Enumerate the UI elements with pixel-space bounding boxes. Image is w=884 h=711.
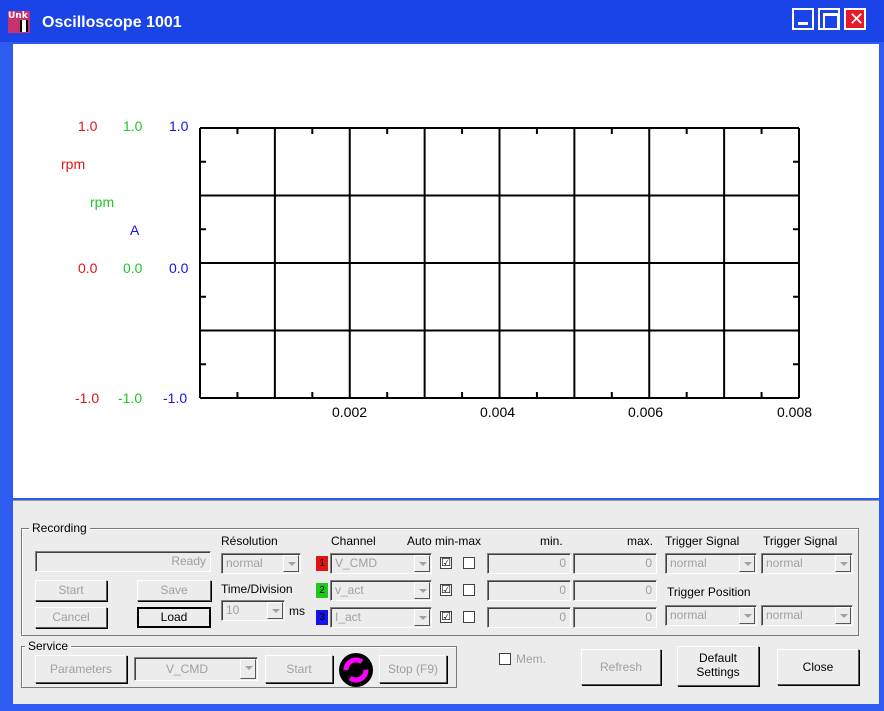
- min-label: min.: [540, 534, 563, 548]
- start-button[interactable]: Start: [35, 580, 107, 601]
- trigger-signal-label: Trigger Signal: [665, 534, 740, 548]
- oscilloscope-chart: [199, 127, 800, 399]
- channel-select[interactable]: V_CMD: [330, 553, 432, 574]
- auto-min-max-label: Auto min-max: [407, 534, 482, 548]
- min-field[interactable]: 0: [487, 607, 571, 628]
- chevron-down-icon: [240, 659, 256, 679]
- time-division-unit: ms: [289, 604, 305, 618]
- stop-button[interactable]: Stop (F9): [379, 655, 447, 683]
- max-field[interactable]: 0: [573, 553, 657, 574]
- channel-select[interactable]: I_act: [330, 607, 432, 628]
- busy-indicator-icon: [338, 652, 374, 688]
- green-axis-top: 1.0: [123, 118, 143, 134]
- x-tick-label: 0.002: [332, 404, 368, 420]
- green-axis-mid: 0.0: [123, 260, 143, 276]
- chevron-down-icon: [414, 555, 430, 572]
- max-field[interactable]: 0: [573, 580, 657, 601]
- title-bar: Unk Oscilloscope 1001 ✕: [0, 0, 884, 42]
- x-tick-label: 0.008: [777, 404, 813, 420]
- max-label: max.: [627, 534, 654, 548]
- red-axis-top: 1.0: [78, 118, 98, 134]
- auto-min-max-checkbox[interactable]: ☑: [440, 584, 452, 596]
- app-icon: Unk: [8, 11, 30, 33]
- resolution-label: Résolution: [221, 534, 278, 548]
- blue-axis-mid: 0.0: [169, 260, 189, 276]
- refresh-button[interactable]: Refresh: [581, 649, 661, 685]
- close-icon: ✕: [849, 9, 865, 30]
- trigger-position-select[interactable]: normal: [761, 605, 853, 626]
- auto-min-max-checkbox[interactable]: ☑: [440, 611, 452, 623]
- blue-axis-unit: A: [130, 222, 140, 238]
- resolution-select[interactable]: normal: [221, 553, 301, 574]
- channel-label: Channel: [331, 534, 376, 548]
- channel-color-swatch: 3: [316, 610, 328, 625]
- auto-min-max-checkbox[interactable]: ☑: [440, 557, 452, 569]
- red-axis-unit: rpm: [61, 156, 86, 172]
- chevron-down-icon: [739, 555, 755, 572]
- chevron-down-icon: [283, 555, 299, 572]
- chevron-down-icon: [267, 602, 283, 619]
- chevron-down-icon: [414, 609, 430, 626]
- service-group-title: Service: [25, 639, 72, 653]
- red-axis-mid: 0.0: [78, 260, 98, 276]
- red-axis-bottom: -1.0: [75, 390, 100, 406]
- trigger-position-label: Trigger Position: [667, 585, 751, 599]
- plot-area: 1.0 1.0 1.0 rpm rpm A 0.0 0.0 0.0 -1.0 -…: [13, 44, 879, 498]
- recording-group-title: Recording: [29, 521, 90, 535]
- window-title: Oscilloscope 1001: [42, 14, 182, 31]
- mem-checkbox[interactable]: [499, 653, 511, 665]
- x-tick-label: 0.004: [480, 404, 516, 420]
- channel-option-checkbox[interactable]: [463, 557, 475, 569]
- minimize-button[interactable]: [792, 8, 814, 30]
- status-field: Ready: [35, 551, 211, 572]
- trigger-signal-select[interactable]: normal: [665, 553, 757, 574]
- chevron-down-icon: [835, 607, 851, 624]
- channel-select[interactable]: v_act: [330, 580, 432, 601]
- save-button[interactable]: Save: [137, 580, 211, 601]
- default-settings-button[interactable]: Default Settings: [677, 646, 759, 686]
- load-button[interactable]: Load: [137, 607, 211, 628]
- chevron-down-icon: [414, 582, 430, 599]
- green-axis-bottom: -1.0: [118, 390, 143, 406]
- chevron-down-icon: [835, 555, 851, 572]
- min-field[interactable]: 0: [487, 553, 571, 574]
- green-axis-unit: rpm: [90, 194, 115, 210]
- time-division-label: Time/Division: [221, 582, 293, 596]
- trigger-position-select[interactable]: normal: [665, 605, 757, 626]
- blue-axis-bottom: -1.0: [163, 390, 188, 406]
- trigger-signal-label: Trigger Signal: [763, 534, 838, 548]
- channel-color-swatch: 2: [316, 583, 328, 598]
- parameters-button[interactable]: Parameters: [35, 655, 127, 683]
- oscilloscope-window: Unk Oscilloscope 1001 ✕ 1.0 1.0 1.0 rpm …: [0, 0, 884, 711]
- maximize-button[interactable]: [818, 8, 840, 30]
- chevron-down-icon: [739, 607, 755, 624]
- channel-option-checkbox[interactable]: [463, 584, 475, 596]
- close-window-button[interactable]: ✕: [844, 8, 866, 30]
- trigger-signal-select[interactable]: normal: [761, 553, 853, 574]
- channel-option-checkbox[interactable]: [463, 611, 475, 623]
- cancel-button[interactable]: Cancel: [35, 607, 107, 628]
- channel-color-swatch: 1: [316, 556, 328, 571]
- control-panel: Recording Ready Start Save Cancel Load R…: [13, 500, 879, 704]
- max-field[interactable]: 0: [573, 607, 657, 628]
- close-button[interactable]: Close: [777, 649, 859, 685]
- time-division-select[interactable]: 10: [221, 600, 285, 621]
- min-field[interactable]: 0: [487, 580, 571, 601]
- blue-axis-top: 1.0: [169, 118, 189, 134]
- service-start-button[interactable]: Start: [265, 655, 333, 683]
- mem-label: Mem.: [516, 652, 546, 666]
- service-channel-select[interactable]: V_CMD: [134, 657, 258, 681]
- x-tick-label: 0.006: [628, 404, 664, 420]
